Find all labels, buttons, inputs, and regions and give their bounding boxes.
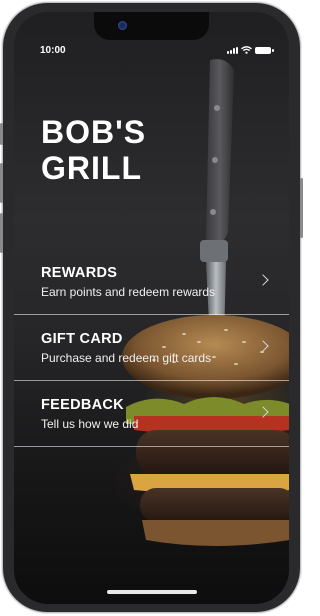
- menu-item-subtitle: Earn points and redeem rewards: [41, 285, 216, 299]
- volume-down-button: [0, 213, 3, 253]
- volume-up-button: [0, 163, 3, 203]
- battery-icon: [255, 47, 274, 54]
- brand-line-1: BOB'S: [41, 114, 147, 150]
- brand-line-2: GRILL: [41, 150, 142, 186]
- signal-icon: [227, 47, 238, 54]
- power-button: [300, 178, 303, 238]
- menu-item-rewards[interactable]: REWARDS Earn points and redeem rewards: [14, 249, 289, 315]
- menu-item-subtitle: Tell us how we did: [41, 417, 139, 431]
- home-indicator[interactable]: [107, 590, 197, 594]
- menu-item-title: REWARDS: [41, 265, 118, 281]
- menu-item-title: FEEDBACK: [41, 397, 124, 413]
- brand-title: BOB'S GRILL: [41, 114, 146, 186]
- camera-icon: [118, 21, 127, 30]
- menu-item-title: GIFT CARD: [41, 331, 123, 347]
- menu-item-feedback[interactable]: FEEDBACK Tell us how we did: [14, 381, 289, 447]
- silent-switch: [0, 123, 3, 145]
- status-icons: [227, 46, 274, 54]
- app-screen: 10:00 BOB'S GRILL REWARDS Earn points an…: [14, 12, 289, 604]
- menu-item-gift-card[interactable]: GIFT CARD Purchase and redeem gift cards: [14, 315, 289, 381]
- notch: [94, 12, 209, 40]
- main-menu: REWARDS Earn points and redeem rewards G…: [14, 249, 289, 447]
- wifi-icon: [241, 46, 252, 54]
- menu-item-subtitle: Purchase and redeem gift cards: [41, 351, 212, 365]
- status-time: 10:00: [40, 45, 66, 56]
